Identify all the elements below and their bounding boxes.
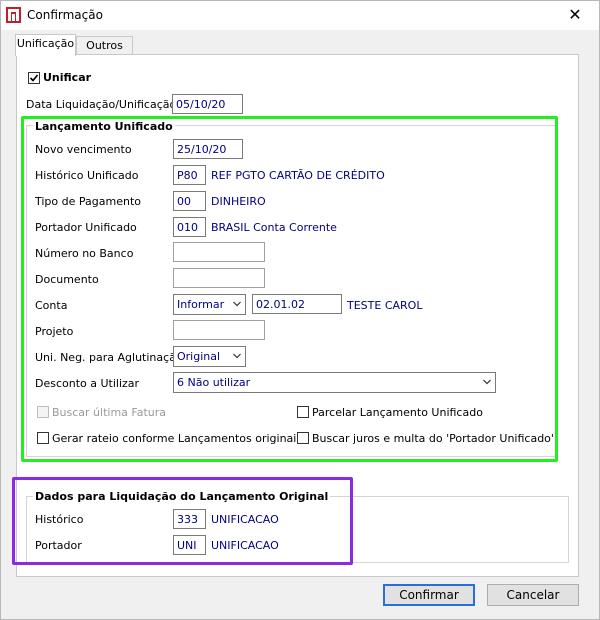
window-title: Confirmação bbox=[27, 8, 103, 22]
app-logo-icon bbox=[6, 7, 21, 23]
tab-unificacao[interactable]: Unificação bbox=[15, 34, 76, 56]
unificar-checkbox[interactable] bbox=[28, 72, 40, 84]
tab-outros[interactable]: Outros bbox=[76, 36, 133, 55]
unificar-label: Unificar bbox=[43, 71, 92, 84]
confirmation-dialog: Confirmação ✕ Unificação Outros Unificar… bbox=[0, 0, 600, 620]
data-liquidacao-label: Data Liquidação/Unificação bbox=[26, 98, 177, 111]
title-bar: Confirmação ✕ bbox=[1, 1, 599, 30]
checkmark-icon bbox=[29, 74, 39, 82]
close-button[interactable]: ✕ bbox=[563, 4, 587, 26]
purple-highlight-box bbox=[12, 477, 353, 565]
cancelar-button[interactable]: Cancelar bbox=[487, 584, 579, 606]
data-liquidacao-field[interactable]: 05/10/20 bbox=[172, 94, 243, 114]
green-highlight-box bbox=[21, 116, 558, 462]
confirmar-button[interactable]: Confirmar bbox=[383, 584, 475, 606]
